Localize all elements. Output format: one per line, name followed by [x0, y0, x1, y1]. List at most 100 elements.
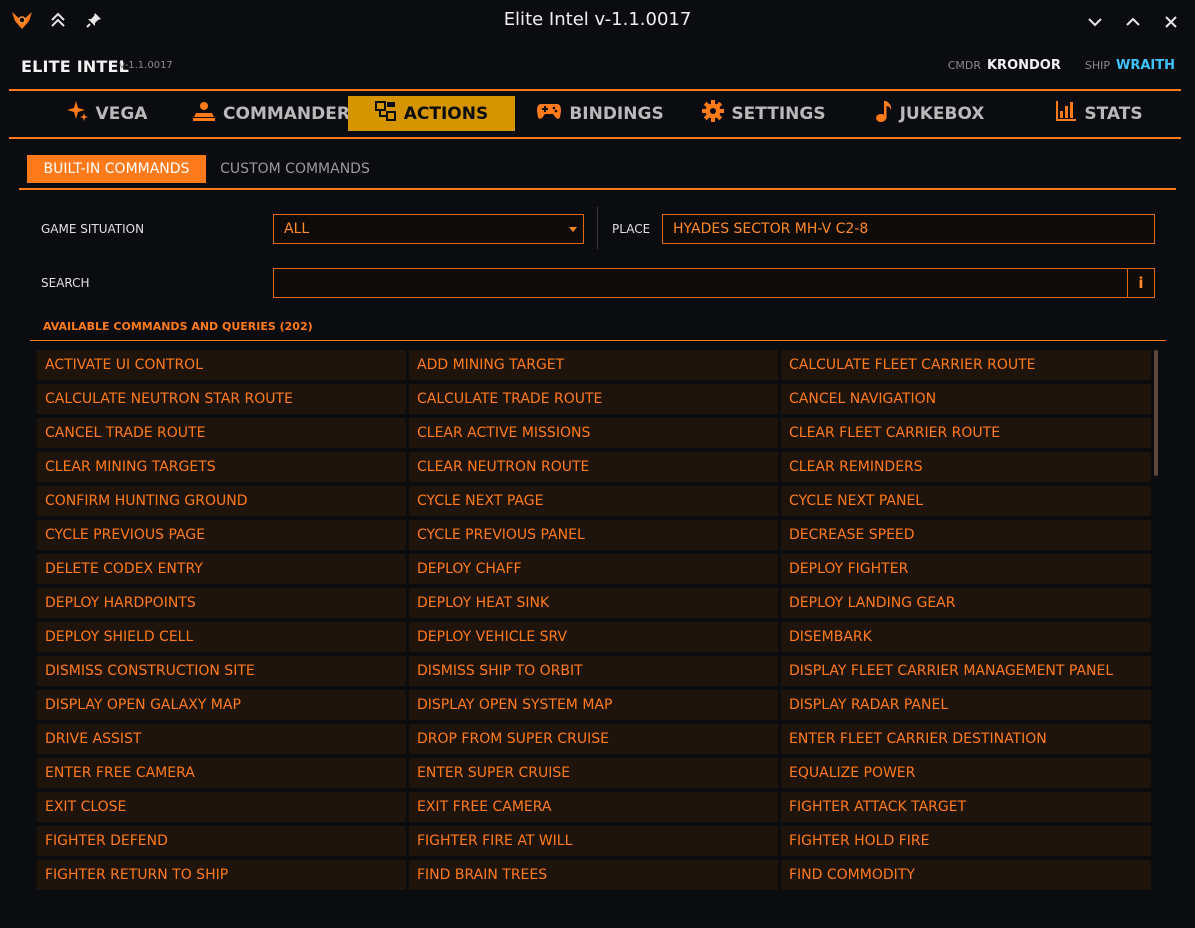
command-item[interactable]: CYCLE PREVIOUS PANEL — [409, 520, 778, 550]
command-item[interactable]: FIGHTER DEFEND — [37, 826, 406, 856]
place-field[interactable]: HYADES SECTOR MH-V C2-8 — [662, 214, 1155, 244]
commands-scrollbar[interactable] — [1154, 350, 1158, 890]
tab-label: JUKEBOX — [899, 103, 985, 124]
window-controls — [1083, 10, 1183, 34]
music-note-icon — [875, 99, 893, 128]
command-item[interactable]: FIGHTER HOLD FIRE — [781, 826, 1151, 856]
command-item[interactable]: CLEAR FLEET CARRIER ROUTE — [781, 418, 1151, 448]
game-situation-dropdown[interactable]: ALL — [273, 214, 584, 244]
command-item[interactable]: ENTER SUPER CRUISE — [409, 758, 778, 788]
command-item[interactable]: CALCULATE TRADE ROUTE — [409, 384, 778, 414]
window-title: Elite Intel v-1.1.0017 — [503, 9, 692, 30]
command-item[interactable]: DROP FROM SUPER CRUISE — [409, 724, 778, 754]
command-item[interactable]: DEPLOY VEHICLE SRV — [409, 622, 778, 652]
command-item[interactable]: FIGHTER FIRE AT WILL — [409, 826, 778, 856]
tab-stats[interactable]: STATS — [1049, 96, 1149, 131]
command-item[interactable]: DRIVE ASSIST — [37, 724, 406, 754]
command-item[interactable]: FIGHTER RETURN TO SHIP — [37, 860, 406, 890]
scrollbar-thumb[interactable] — [1154, 350, 1158, 476]
tab-label: VEGA — [95, 103, 148, 124]
tab-label: SETTINGS — [731, 103, 826, 124]
place-value: HYADES SECTOR MH-V C2-8 — [673, 221, 869, 237]
tab-commander[interactable]: COMMANDER — [191, 96, 351, 131]
commands-list-title: AVAILABLE COMMANDS AND QUERIES (202) — [43, 320, 313, 333]
tab-vega[interactable]: VEGA — [57, 96, 157, 131]
tab-label: BINDINGS — [569, 103, 664, 124]
ship-label: SHIP — [1084, 59, 1110, 72]
info-icon: i — [1138, 274, 1144, 292]
command-item[interactable]: ADD MINING TARGET — [409, 350, 778, 380]
tab-actions[interactable]: ACTIONS — [348, 96, 515, 131]
filter-divider — [597, 207, 598, 249]
command-item[interactable]: DEPLOY FIGHTER — [781, 554, 1151, 584]
cmdr-name: KRONDOR — [986, 58, 1061, 73]
command-item[interactable]: DELETE CODEX ENTRY — [37, 554, 406, 584]
dropdown-arrow-icon — [569, 227, 577, 232]
minimize-chevron-down-icon[interactable] — [1083, 10, 1107, 34]
tab-bindings[interactable]: BINDINGS — [535, 96, 665, 131]
tab-built-in-commands[interactable]: BUILT-IN COMMANDS — [27, 155, 206, 183]
command-subtabs: BUILT-IN COMMANDS CUSTOM COMMANDS — [19, 155, 1176, 190]
bar-chart-icon — [1055, 100, 1077, 127]
command-item[interactable]: DISEMBARK — [781, 622, 1151, 652]
search-input[interactable]: i — [273, 268, 1155, 298]
maximize-chevron-up-icon[interactable] — [1121, 10, 1145, 34]
app-name: ELITE INTEL — [21, 57, 130, 76]
command-item[interactable]: CALCULATE FLEET CARRIER ROUTE — [781, 350, 1151, 380]
gamepad-icon — [536, 101, 562, 126]
close-icon[interactable] — [1159, 10, 1183, 34]
command-item[interactable]: DEPLOY CHAFF — [409, 554, 778, 584]
command-item[interactable]: DEPLOY HARDPOINTS — [37, 588, 406, 618]
command-item[interactable]: DEPLOY LANDING GEAR — [781, 588, 1151, 618]
actions-icon — [374, 100, 397, 127]
command-item[interactable]: DISPLAY OPEN GALAXY MAP — [37, 690, 406, 720]
gear-icon — [702, 100, 725, 127]
game-situation-value: ALL — [284, 221, 310, 237]
app-header: ELITE INTEL v-1.1.0017 CMDR KRONDOR SHIP… — [0, 48, 1195, 84]
command-item[interactable]: CYCLE NEXT PAGE — [409, 486, 778, 516]
search-label: SEARCH — [41, 276, 90, 290]
command-item[interactable]: CLEAR MINING TARGETS — [37, 452, 406, 482]
command-item[interactable]: FIGHTER ATTACK TARGET — [781, 792, 1151, 822]
command-item[interactable]: EXIT CLOSE — [37, 792, 406, 822]
command-item[interactable]: DISPLAY RADAR PANEL — [781, 690, 1151, 720]
command-item[interactable]: CANCEL TRADE ROUTE — [37, 418, 406, 448]
command-item[interactable]: CANCEL NAVIGATION — [781, 384, 1151, 414]
command-item[interactable]: DEPLOY HEAT SINK — [409, 588, 778, 618]
command-item[interactable]: CLEAR NEUTRON ROUTE — [409, 452, 778, 482]
command-item[interactable]: FIND BRAIN TREES — [409, 860, 778, 890]
command-item[interactable]: DISPLAY OPEN SYSTEM MAP — [409, 690, 778, 720]
commands-grid: ACTIVATE UI CONTROL ADD MINING TARGET CALC… — [37, 350, 1151, 890]
commander-icon — [192, 100, 216, 127]
tab-label: STATS — [1084, 103, 1143, 124]
tab-label: ACTIONS — [403, 103, 489, 124]
command-item[interactable]: EXIT FREE CAMERA — [409, 792, 778, 822]
command-item[interactable]: DISMISS SHIP TO ORBIT — [409, 656, 778, 686]
command-item[interactable]: CONFIRM HUNTING GROUND — [37, 486, 406, 516]
app-version: v-1.1.0017 — [119, 60, 173, 71]
tab-label: COMMANDER — [223, 103, 350, 124]
command-item[interactable]: DEPLOY SHIELD CELL — [37, 622, 406, 652]
command-item[interactable]: CYCLE PREVIOUS PAGE — [37, 520, 406, 550]
command-item[interactable]: DECREASE SPEED — [781, 520, 1151, 550]
tab-jukebox[interactable]: JUKEBOX — [872, 96, 987, 131]
tab-custom-commands[interactable]: CUSTOM COMMANDS — [215, 155, 375, 183]
command-item[interactable]: ENTER FREE CAMERA — [37, 758, 406, 788]
command-item[interactable]: CYCLE NEXT PANEL — [781, 486, 1151, 516]
command-item[interactable]: EQUALIZE POWER — [781, 758, 1151, 788]
command-item[interactable]: ENTER FLEET CARRIER DESTINATION — [781, 724, 1151, 754]
commands-list-divider — [30, 340, 1166, 341]
command-item[interactable]: CLEAR ACTIVE MISSIONS — [409, 418, 778, 448]
sparkle-icon — [66, 100, 89, 127]
info-button[interactable]: i — [1127, 269, 1154, 297]
command-item[interactable]: CLEAR REMINDERS — [781, 452, 1151, 482]
title-bar: Elite Intel v-1.1.0017 — [0, 0, 1195, 40]
command-item[interactable]: ACTIVATE UI CONTROL — [37, 350, 406, 380]
place-label: PLACE — [612, 222, 651, 236]
command-item[interactable]: CALCULATE NEUTRON STAR ROUTE — [37, 384, 406, 414]
ship-name: WRAITH — [1116, 58, 1175, 73]
tab-settings[interactable]: SETTINGS — [702, 96, 826, 131]
command-item[interactable]: FIND COMMODITY — [781, 860, 1151, 890]
command-item[interactable]: DISPLAY FLEET CARRIER MANAGEMENT PANEL — [781, 656, 1151, 686]
command-item[interactable]: DISMISS CONSTRUCTION SITE — [37, 656, 406, 686]
